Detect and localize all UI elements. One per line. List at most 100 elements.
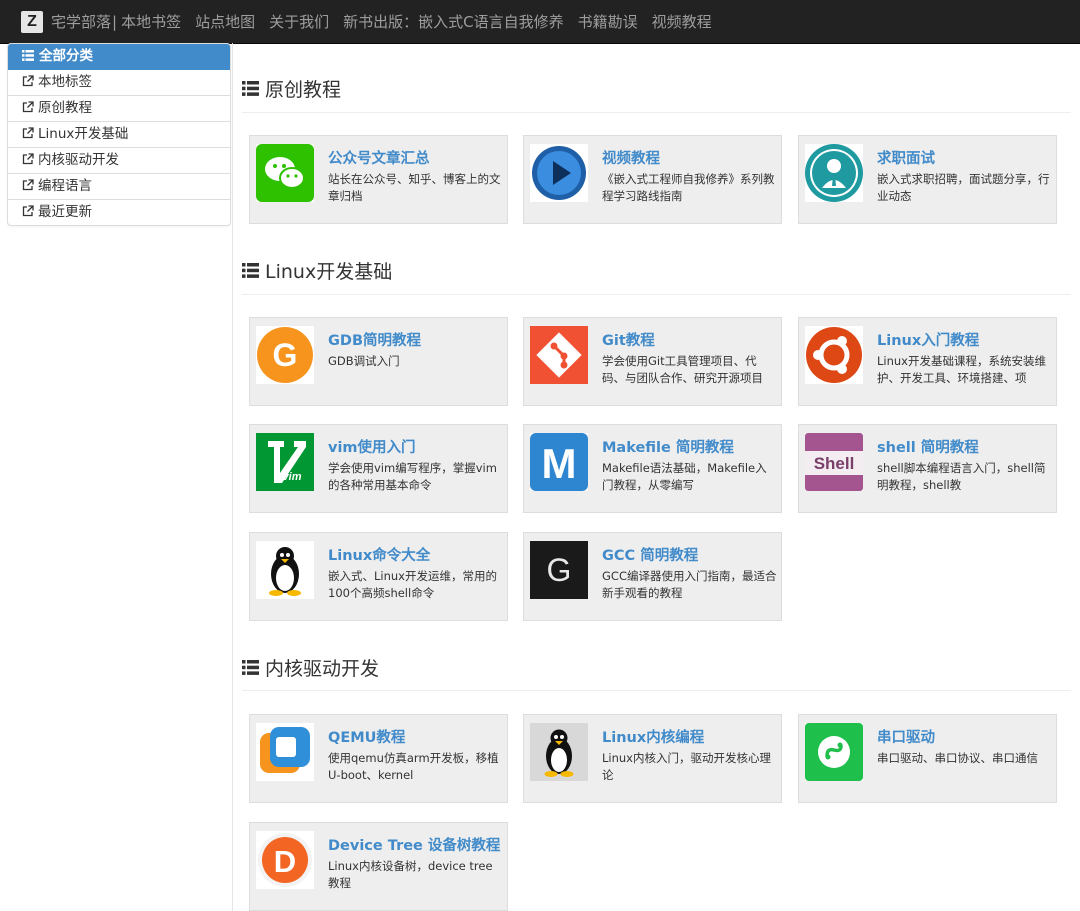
external-link-icon [22,179,34,191]
sidebar-item-recent-updates[interactable]: 最近更新 [8,200,230,225]
section-heading-kernel-drivers: 内核驱动开发 [242,654,379,681]
card-title[interactable]: 公众号文章汇总 [328,147,430,168]
svg-text:G: G [273,337,298,373]
nav-link-videos[interactable]: 视频教程 [652,11,712,32]
card-title[interactable]: GDB简明教程 [328,329,421,350]
card-title[interactable]: Git教程 [602,329,655,350]
brand-link[interactable]: 宅学部落 [51,11,111,32]
sidebar-item-label: 编程语言 [38,178,92,194]
card-title[interactable]: Makefile 简明教程 [602,436,734,457]
gcc-icon: G [530,541,588,599]
card-title[interactable]: Linux命令大全 [328,544,430,565]
card-description: 站长在公众号、知乎、博客上的文章归档 [328,172,501,203]
sidebar-item-kernel-drivers[interactable]: 内核驱动开发 [8,148,230,174]
card-makefile-tutorial[interactable]: M Makefile 简明教程 Makefile语法基础，Makefile入门教… [523,424,782,513]
nav-link-new-book[interactable]: 新书出版：嵌入式C语言自我修养 [343,11,563,32]
card-job-interview[interactable]: 求职面试 嵌入式求职招聘，面试题分享，行业动态 [798,135,1057,224]
card-description: Linux内核设备树，device tree教程 [328,859,493,890]
sidebar-item-label: 本地标签 [38,74,92,90]
sidebar-item-linux-basics[interactable]: Linux开发基础 [8,122,230,148]
device-tree-icon: D [256,831,314,889]
vim-icon: vim [256,433,314,491]
card-description: shell脚本编程语言入门，shell简明教程，shell教 [877,461,1046,492]
card-serial-driver[interactable]: 串口驱动 串口驱动、串口协议、串口通信 [798,714,1057,803]
ubuntu-icon [805,326,863,384]
card-video-tutorials[interactable]: 视频教程 《嵌入式工程师自我修养》系列教程学习路线指南 [523,135,782,224]
sidebar-item-programming-languages[interactable]: 编程语言 [8,174,230,200]
external-link-icon [22,205,34,217]
card-qemu-tutorial[interactable]: QEMU教程 使用qemu仿真arm开发板，移植U-boot、kernel [249,714,508,803]
card-title[interactable]: QEMU教程 [328,726,405,747]
external-link-icon [22,75,34,87]
card-description: Linux内核入门，驱动开发核心理论 [602,751,771,782]
sidebar-item-label: 最近更新 [38,204,92,220]
site-logo-icon[interactable]: Z [21,10,43,33]
svg-text:D: D [274,844,296,879]
card-vim-intro[interactable]: vim vim使用入门 学会使用vim编写程序，掌握vim的各种常用基本命令 [249,424,508,513]
nav-link-about[interactable]: 关于我们 [269,11,329,32]
gdb-icon: G [256,326,314,384]
section-divider [242,294,1071,295]
card-title[interactable]: Device Tree 设备树教程 [328,834,500,855]
card-title[interactable]: 串口驱动 [877,726,935,747]
sidebar-item-label: 原创教程 [38,100,92,116]
card-title[interactable]: 求职面试 [877,147,935,168]
svg-text:M: M [542,440,577,487]
nav-link-sitemap[interactable]: 站点地图 [195,11,255,32]
shell-icon: Shell [805,433,863,491]
card-description: Makefile语法基础，Makefile入门教程，从零编写 [602,461,767,492]
section-title: 原创教程 [265,79,342,101]
section-heading-original: 原创教程 [242,75,341,102]
section-title: Linux开发基础 [265,261,393,283]
card-title[interactable]: shell 简明教程 [877,436,979,457]
card-wechat-articles[interactable]: 公众号文章汇总 站长在公众号、知乎、博客上的文章归档 [249,135,508,224]
section-title: 内核驱动开发 [265,658,380,680]
card-git-tutorial[interactable]: Git教程 学会使用Git工具管理项目、代码、与团队合作、研究开源项目 [523,317,782,406]
content-divider [232,43,233,911]
sidebar-item-label: 全部分类 [39,48,93,64]
external-link-icon [22,153,34,165]
card-title[interactable]: GCC 简明教程 [602,544,698,565]
section-heading-linux-basics: Linux开发基础 [242,257,392,284]
list-icon [22,50,34,61]
section-divider [242,112,1071,113]
tux-kernel-icon [530,723,588,781]
external-link-icon [22,101,34,113]
card-device-tree[interactable]: D Device Tree 设备树教程 Linux内核设备树，device tr… [249,822,508,911]
serial-driver-icon [805,723,863,781]
card-title[interactable]: Linux内核编程 [602,726,704,747]
play-video-icon [530,144,588,202]
card-title[interactable]: Linux入门教程 [877,329,979,350]
list-icon [242,660,259,675]
tux-icon [256,541,314,599]
card-gdb-tutorial[interactable]: G GDB简明教程 GDB调试入门 [249,317,508,406]
card-description: 串口驱动、串口协议、串口通信 [877,751,1038,765]
card-description: 使用qemu仿真arm开发板，移植U-boot、kernel [328,751,499,782]
sidebar-item-all-categories[interactable]: 全部分类 [8,44,230,70]
card-shell-tutorial[interactable]: Shell shell 简明教程 shell脚本编程语言入门，shell简明教程… [798,424,1057,513]
card-gcc-tutorial[interactable]: G GCC 简明教程 GCC编译器使用入门指南，最适合新手观看的教程 [523,532,782,621]
card-linux-commands[interactable]: Linux命令大全 嵌入式、Linux开发运维，常用的100个高频shell命令 [249,532,508,621]
list-icon [242,263,259,278]
card-title[interactable]: 视频教程 [602,147,660,168]
nav-link-errata[interactable]: 书籍勘误 [578,11,638,32]
external-link-icon [22,127,34,139]
card-linux-kernel-programming[interactable]: Linux内核编程 Linux内核入门，驱动开发核心理论 [523,714,782,803]
makefile-icon: M [530,433,588,491]
card-description: 学会使用vim编写程序，掌握vim的各种常用基本命令 [328,461,497,492]
svg-text:G: G [547,552,572,588]
card-description: 《嵌入式工程师自我修养》系列教程学习路线指南 [602,172,775,203]
sidebar-item-local-tags[interactable]: 本地标签 [8,70,230,96]
card-description: 学会使用Git工具管理项目、代码、与团队合作、研究开源项目 [602,354,763,385]
sidebar-item-original-tutorials[interactable]: 原创教程 [8,96,230,122]
category-sidebar: 全部分类 本地标签 原创教程 Linux开发基础 内核驱动开发 编程语言 最近更… [7,43,231,226]
sidebar-item-label: 内核驱动开发 [38,152,119,168]
qemu-icon [256,723,314,781]
card-description: 嵌入式、Linux开发运维，常用的100个高频shell命令 [328,569,497,600]
card-linux-intro[interactable]: Linux入门教程 Linux开发基础课程，系统安装维护、开发工具、环境搭建、项 [798,317,1057,406]
nav-link-bookmarks[interactable]: 本地书签 [121,11,181,32]
svg-text:Shell: Shell [814,454,855,473]
card-description: 嵌入式求职招聘，面试题分享，行业动态 [877,172,1050,203]
card-title[interactable]: vim使用入门 [328,436,416,457]
wechat-icon [256,144,314,202]
